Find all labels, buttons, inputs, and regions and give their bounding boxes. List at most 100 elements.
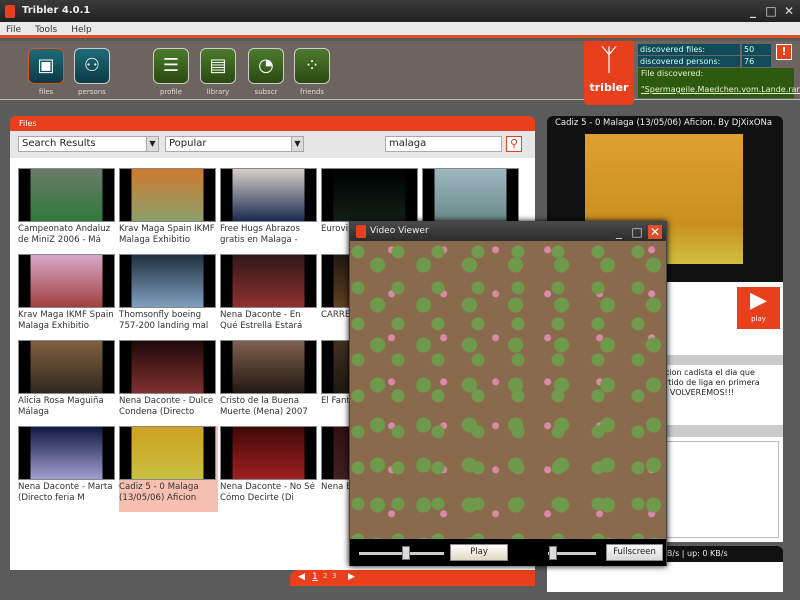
file-discovered-box: File discovered: "Spermageile.Maedchen.v… (638, 68, 800, 98)
discovered-files-value: 50 (742, 44, 771, 55)
tribler-logo: ᛉ tribler (584, 41, 634, 105)
file-item[interactable]: Free Hugs Abrazos gratis en Malaga - (220, 168, 319, 254)
file-caption: Nena Daconte - Dulce Condena (Directo (119, 396, 214, 417)
next-page-icon[interactable]: ▶ (348, 572, 355, 582)
nav-profile-label: profile (159, 88, 183, 96)
file-caption: Nena Daconte - No Sé Cómo Decirte (Di (220, 482, 315, 503)
file-thumbnail[interactable] (18, 254, 115, 308)
prev-page-icon[interactable]: ◀ (298, 572, 305, 582)
video-viewer-title-bar[interactable]: Video Viewer _ □ ✕ (350, 222, 666, 241)
page-3[interactable]: 3 (332, 572, 336, 580)
file-discovered-name[interactable]: "Spermageile.Maedchen.vom.Lande.rar" (641, 85, 800, 94)
file-item[interactable]: Krav Maga IKMF Spain Malaga Exhibitio (18, 254, 117, 340)
profile-icon: ☰ (162, 55, 180, 76)
nav-library-button[interactable]: ▤ (200, 48, 236, 84)
file-thumbnail[interactable] (119, 340, 216, 394)
file-item[interactable]: Krav Maga Spain IKMF Malaga Exhibitio (119, 168, 218, 254)
sort-value: Popular (169, 138, 207, 149)
description-line: o... VOLVEREMOS!!! (655, 388, 735, 397)
nav-files-button[interactable]: ▣ (28, 48, 64, 84)
files-toolbar: Search Results ▼ Popular ▼ malaga ⚲ (10, 131, 535, 158)
tribler-app-icon (5, 5, 15, 18)
rss-icon: ◔ (258, 55, 274, 76)
play-video-button[interactable]: Play (450, 544, 508, 561)
fullscreen-button[interactable]: Fullscreen (606, 544, 663, 561)
nav-profile-button[interactable]: ☰ (153, 48, 189, 84)
file-caption: Nena Daconte - En Qué Estrella Estará (220, 310, 303, 331)
file-thumbnail[interactable] (119, 168, 216, 222)
file-thumbnail[interactable] (422, 168, 519, 222)
video-frame[interactable] (350, 241, 666, 539)
logo-text: tribler (589, 81, 629, 94)
minimize-button[interactable]: _ (746, 4, 760, 18)
menu-file[interactable]: File (6, 25, 21, 35)
file-thumbnail[interactable] (220, 168, 317, 222)
pagination-bar: ◀ 1 2 3 ▶ (290, 570, 535, 586)
file-caption: Alicia Rosa Maguiña Málaga (18, 396, 104, 417)
category-value: Search Results (22, 138, 96, 149)
file-item[interactable]: Cristo de la Buena Muerte (Mena) 2007 (220, 340, 319, 426)
volume-slider-handle[interactable] (548, 546, 557, 560)
persons-icon: ⚇ (83, 55, 101, 76)
viewer-close-button[interactable]: ✕ (648, 225, 662, 239)
file-item[interactable]: Thomsonfly boeing 757-200 landing mal (119, 254, 218, 340)
menu-bar: File Tools Help (0, 22, 800, 38)
file-caption: Free Hugs Abrazos gratis en Malaga - (220, 224, 300, 245)
file-item[interactable]: Nena Daconte - Marta (Directo feria M (18, 426, 117, 512)
seek-slider-handle[interactable] (401, 546, 410, 560)
search-icon[interactable]: ⚲ (506, 136, 522, 152)
file-caption: Krav Maga IKMF Spain Malaga Exhibitio (18, 310, 114, 331)
search-input[interactable]: malaga (385, 136, 502, 152)
details-title: Cadiz 5 - 0 Malaga (13/05/06) Aficion. B… (555, 118, 773, 128)
nav-persons-button[interactable]: ⚇ (74, 48, 110, 84)
video-viewer-window: Video Viewer _ □ ✕ Play Fullscreen (349, 221, 667, 566)
files-icon: ▣ (37, 55, 55, 76)
file-thumbnail[interactable] (18, 168, 115, 222)
sort-select[interactable]: Popular ▼ (165, 136, 304, 152)
play-button[interactable]: ▶ play (737, 287, 780, 329)
nav-subscr-button[interactable]: ◔ (248, 48, 284, 84)
file-thumbnail[interactable] (18, 340, 115, 394)
viewer-minimize-button[interactable]: _ (612, 225, 626, 239)
file-thumbnail[interactable] (220, 426, 317, 480)
close-button[interactable]: ✕ (782, 4, 796, 18)
video-viewer-title: Video Viewer (370, 226, 429, 236)
description-line: aficion cadista el dia que (655, 368, 755, 377)
chevron-down-icon[interactable]: ▼ (291, 137, 303, 151)
search-value: malaga (389, 138, 427, 149)
file-caption: Cristo de la Buena Muerte (Mena) 2007 (220, 396, 308, 417)
menu-help[interactable]: Help (71, 25, 92, 35)
maximize-button[interactable]: □ (764, 4, 778, 18)
file-item[interactable]: Nena Daconte - Dulce Condena (Directo (119, 340, 218, 426)
menu-tools[interactable]: Tools (35, 25, 57, 35)
file-thumbnail[interactable] (321, 168, 418, 222)
file-item[interactable]: Alicia Rosa Maguiña Málaga (18, 340, 117, 426)
chevron-down-icon[interactable]: ▼ (146, 137, 158, 151)
nav-friends-button[interactable]: ⁘ (294, 48, 330, 84)
file-thumbnail[interactable] (119, 254, 216, 308)
file-item[interactable]: Nena Daconte - En Qué Estrella Estará (220, 254, 319, 340)
page-2[interactable]: 2 (323, 572, 327, 580)
file-thumbnail[interactable] (220, 254, 317, 308)
file-thumbnail[interactable] (220, 340, 317, 394)
files-panel-title: Files (10, 116, 535, 131)
friends-icon: ⁘ (304, 55, 320, 76)
file-item[interactable]: Cadiz 5 - 0 Malaga (13/05/06) Aficion (119, 426, 218, 512)
file-caption: Cadiz 5 - 0 Malaga (13/05/06) Aficion (119, 482, 199, 503)
page-1[interactable]: 1 (312, 572, 318, 582)
play-icon: ▶ (750, 288, 767, 313)
category-select[interactable]: Search Results ▼ (18, 136, 159, 152)
viewer-maximize-button[interactable]: □ (630, 225, 644, 239)
file-thumbnail[interactable] (119, 426, 216, 480)
file-item[interactable]: Nena Daconte - No Sé Cómo Decirte (Di (220, 426, 319, 512)
title-bar: Tribler 4.0.1 _ □ ✕ (0, 0, 800, 22)
nav-library-label: library (206, 88, 230, 96)
file-item[interactable]: Campeonato Andaluz de MiniZ 2006 - Má (18, 168, 117, 254)
nav-persons-label: persons (78, 88, 106, 96)
file-thumbnail[interactable] (18, 426, 115, 480)
description-line: partido de liga en primera (655, 378, 760, 387)
alert-icon[interactable]: ! (776, 44, 792, 60)
file-discovered-label: File discovered: (641, 69, 704, 78)
file-caption: Campeonato Andaluz de MiniZ 2006 - Má (18, 224, 111, 245)
status-area (547, 562, 783, 592)
